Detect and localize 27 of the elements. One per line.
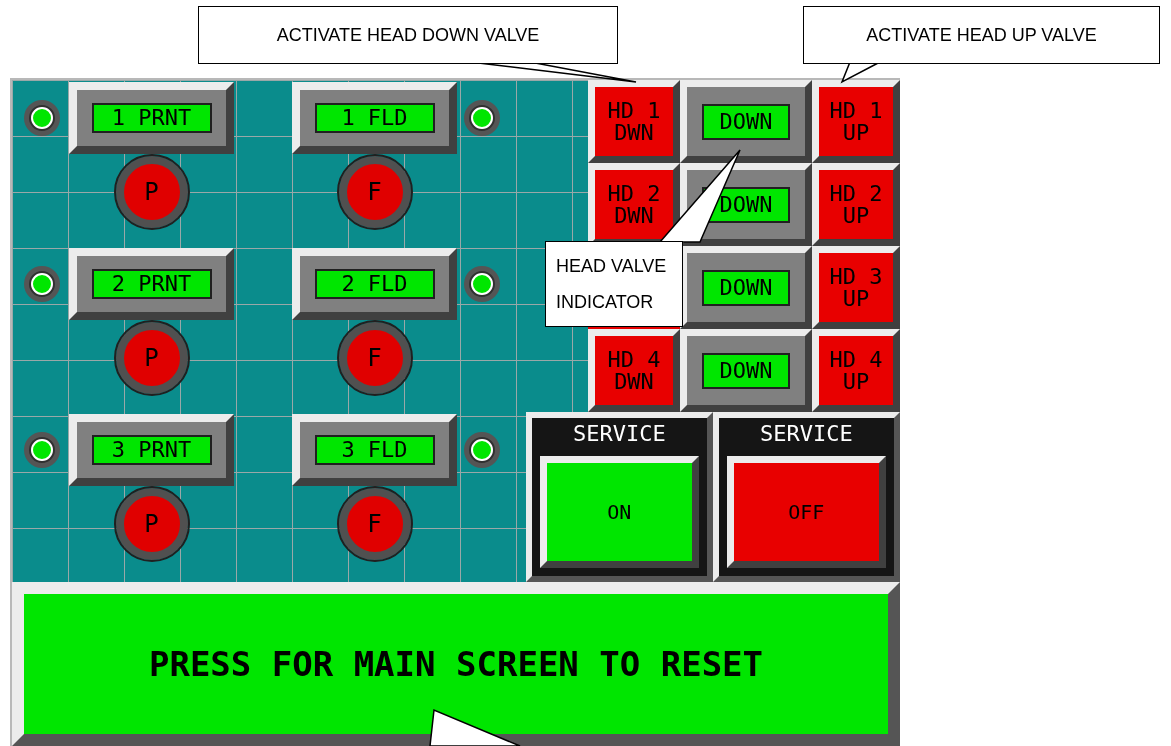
display-label: 3 PRNT [91,435,212,465]
head-down-button[interactable]: HD 4 DWN [588,329,680,412]
valve-indicator: DOWN [702,103,790,140]
service-button[interactable]: OFF [726,456,886,568]
service-title: SERVICE [759,420,854,448]
round-push-button[interactable]: F [338,322,411,394]
head-up-button[interactable]: HD 4 UP [812,329,900,412]
valve-indicator: DOWN [702,269,790,306]
service-title: SERVICE [572,420,667,448]
round-push-button[interactable]: P [115,156,188,228]
round-push-button[interactable]: F [338,488,411,560]
display-label: 3 FLD [314,435,435,465]
service-button[interactable]: ON [539,456,699,568]
head-down-button[interactable]: HD 1 DWN [588,80,680,163]
callout: HEAD VALVE INDICATOR [545,241,683,327]
round-push-button[interactable]: P [115,488,188,560]
display-label: 1 FLD [314,103,435,133]
head-up-button[interactable]: HD 1 UP [812,80,900,163]
round-push-button[interactable]: P [115,322,188,394]
main-screen-button[interactable]: PRESS FOR MAIN SCREEN TO RESET [12,582,900,746]
display-label: 2 FLD [314,269,435,299]
valve-indicator: DOWN [702,352,790,389]
head-up-button[interactable]: HD 3 UP [812,246,900,329]
head-up-button[interactable]: HD 2 UP [812,163,900,246]
display-label: 2 PRNT [91,269,212,299]
round-push-button[interactable]: F [338,156,411,228]
display-label: 1 PRNT [91,103,212,133]
